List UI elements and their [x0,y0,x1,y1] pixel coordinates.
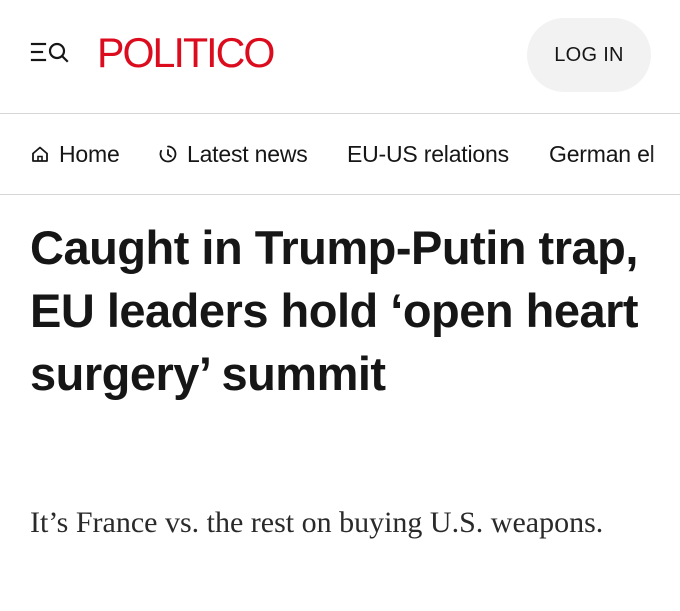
site-header: POLITICO LOG IN [0,0,680,114]
nav-item-label: German el [549,140,655,167]
article-dek: It’s France vs. the rest on buying U.S. … [30,506,604,539]
clock-icon [159,145,177,163]
nav-item-home[interactable]: Home [30,114,120,194]
nav-item-label: Latest news [187,140,308,167]
politico-logo[interactable]: POLITICO [97,28,275,78]
nav-item-label: EU-US relations [347,140,509,167]
menu-search-button[interactable] [30,40,74,66]
nav-item-german-elections[interactable]: German el [549,114,655,194]
article-headline[interactable]: Caught in Trump-Putin trap, EU leaders h… [30,216,660,405]
section-nav: Home Latest news EU-US relations German … [0,114,680,195]
nav-item-eu-us-relations[interactable]: EU-US relations [347,114,509,194]
nav-item-latest-news[interactable]: Latest news [158,114,308,194]
nav-item-label: Home [59,140,120,167]
menu-search-icon [30,42,69,63]
nav-overflow-fade [650,114,680,194]
home-icon [32,146,48,162]
login-button[interactable]: LOG IN [527,18,651,92]
